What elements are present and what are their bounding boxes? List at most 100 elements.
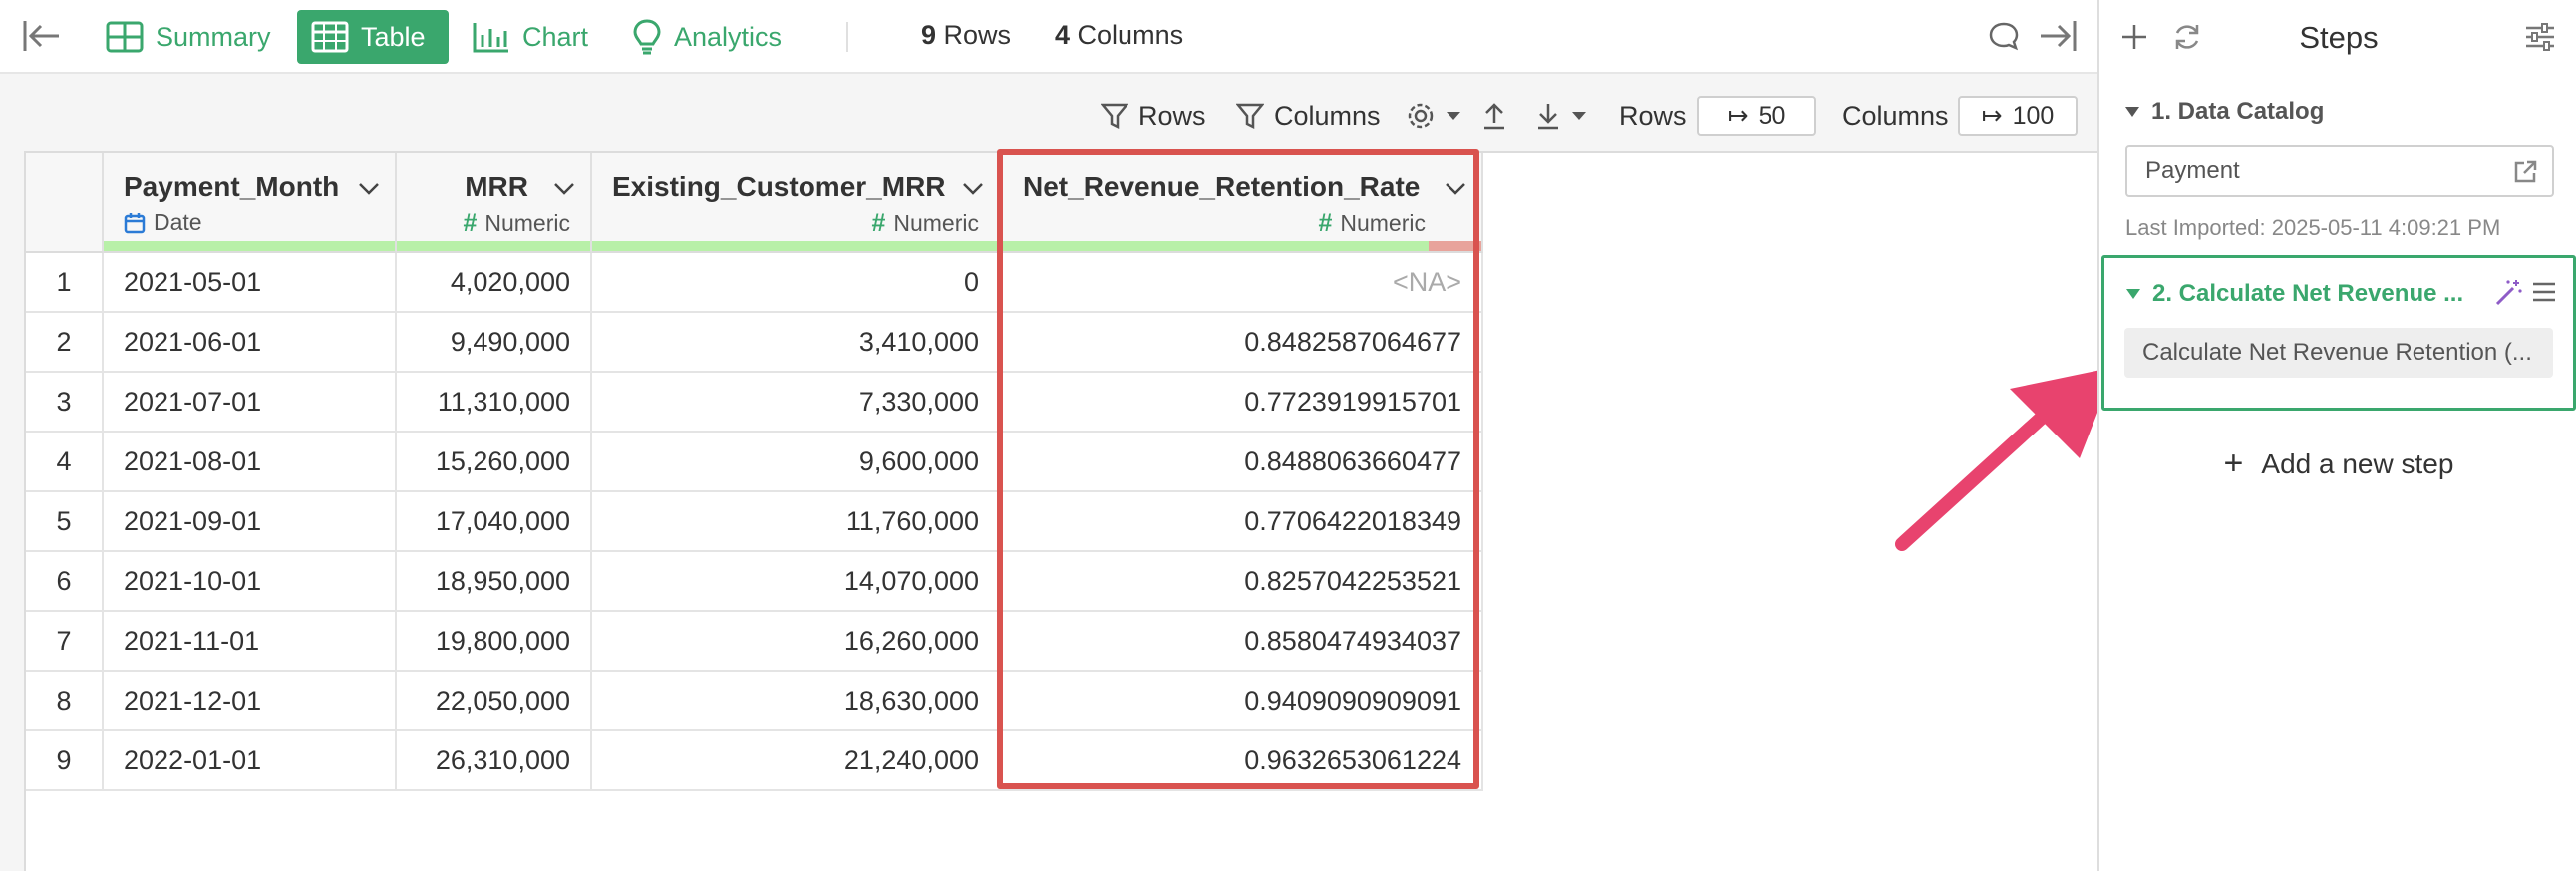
tab-analytics[interactable]: Analytics [618, 10, 796, 64]
net-revenue-retention-rate-cell[interactable]: 0.9409090909091 [1001, 672, 1483, 731]
mrr-cell[interactable]: 15,260,000 [397, 433, 592, 492]
row-number-cell[interactable]: 7 [26, 612, 104, 672]
data-source-name: Payment [2145, 157, 2240, 184]
mrr-cell[interactable]: 26,310,000 [397, 731, 592, 791]
columns-limit-input[interactable]: ↦ 100 [1958, 96, 2078, 136]
rows-filter-button[interactable]: Rows [1101, 96, 1206, 136]
net-revenue-retention-rate-cell[interactable]: 0.9632653061224 [1001, 731, 1483, 791]
data-source-field[interactable]: Payment [2125, 145, 2554, 197]
columns-limit-text: Columns [1842, 100, 1949, 131]
row-number-cell[interactable]: 6 [26, 552, 104, 612]
step-header[interactable]: 2. Calculate Net Revenue ... [2126, 280, 2463, 308]
external-link-icon[interactable] [2512, 159, 2538, 185]
tab-chart[interactable]: Chart [459, 10, 602, 64]
row-number-cell[interactable]: 3 [26, 373, 104, 433]
gear-icon [1408, 103, 1434, 129]
existing-customer-mrr-cell[interactable]: 18,630,000 [592, 672, 1001, 731]
payment-month-cell[interactable]: 2021-12-01 [104, 672, 397, 731]
column-header-net-revenue-retention-rate[interactable]: Net_Revenue_Retention_Rate # Numeric [1001, 153, 1483, 253]
column-type: # Numeric [1318, 209, 1426, 238]
tab-table[interactable]: Table [297, 10, 449, 64]
mrr-cell[interactable]: 11,310,000 [397, 373, 592, 433]
chevron-down-icon[interactable] [1444, 181, 1467, 197]
chevron-down-icon[interactable] [552, 181, 576, 197]
row-number-header [26, 153, 104, 253]
net-revenue-retention-rate-cell[interactable]: 0.8257042253521 [1001, 552, 1483, 612]
mrr-cell[interactable]: 4,020,000 [397, 253, 592, 313]
row-number-cell[interactable]: 9 [26, 731, 104, 791]
existing-customer-mrr-cell[interactable]: 3,410,000 [592, 313, 1001, 373]
download-dropdown[interactable] [1535, 96, 1597, 136]
rows-limit-input[interactable]: ↦ 50 [1697, 96, 1816, 136]
existing-customer-mrr-cell[interactable]: 21,240,000 [592, 731, 1001, 791]
chevron-down-icon[interactable] [357, 181, 381, 197]
chevron-down-icon[interactable] [961, 181, 985, 197]
settings-dropdown[interactable] [1406, 96, 1471, 136]
arrow-right-bar-icon: ↦ [1981, 102, 2003, 130]
net-revenue-retention-rate-cell[interactable]: 0.8488063660477 [1001, 433, 1483, 492]
existing-customer-mrr-cell[interactable]: 14,070,000 [592, 552, 1001, 612]
payment-month-cell[interactable]: 2021-06-01 [104, 313, 397, 373]
step-command[interactable]: Calculate Net Revenue Retention (... [2124, 328, 2553, 378]
magic-wand-icon[interactable] [2493, 278, 2523, 308]
mrr-cell[interactable]: 17,040,000 [397, 492, 592, 552]
mrr-cell[interactable]: 18,950,000 [397, 552, 592, 612]
net-revenue-retention-rate-cell[interactable]: 0.7706422018349 [1001, 492, 1483, 552]
tab-summary-label: Summary [156, 21, 271, 52]
mrr-cell[interactable]: 9,490,000 [397, 313, 592, 373]
payment-month-cell[interactable]: 2021-08-01 [104, 433, 397, 492]
row-number-cell[interactable]: 4 [26, 433, 104, 492]
sliders-icon[interactable] [2524, 22, 2556, 52]
caret-down-icon [1572, 112, 1586, 120]
collapse-triangle-icon[interactable] [2126, 289, 2140, 299]
existing-customer-mrr-cell[interactable]: 11,760,000 [592, 492, 1001, 552]
existing-customer-mrr-cell[interactable]: 9,600,000 [592, 433, 1001, 492]
net-revenue-retention-rate-cell[interactable]: <NA> [1001, 253, 1483, 313]
net-revenue-retention-rate-cell[interactable]: 0.8482587064677 [1001, 313, 1483, 373]
collapse-right-icon[interactable] [2038, 18, 2078, 54]
net-revenue-retention-rate-cell[interactable]: 0.8580474934037 [1001, 612, 1483, 672]
row-number-cell[interactable]: 1 [26, 253, 104, 313]
existing-customer-mrr-cell[interactable]: 0 [592, 253, 1001, 313]
sort-up-button[interactable] [1481, 96, 1517, 136]
columns-filter-button[interactable]: Columns [1236, 96, 1381, 136]
collapse-left-icon[interactable] [22, 18, 62, 54]
payment-month-cell[interactable]: 2022-01-01 [104, 731, 397, 791]
collapse-triangle-icon[interactable] [2125, 107, 2139, 117]
rows-limit-value: 50 [1758, 101, 1786, 130]
payment-month-cell[interactable]: 2021-11-01 [104, 612, 397, 672]
existing-customer-mrr-cell[interactable]: 16,260,000 [592, 612, 1001, 672]
payment-month-cell[interactable]: 2021-10-01 [104, 552, 397, 612]
column-type-label: Numeric [484, 210, 570, 236]
columns-count-value: 4 [1055, 20, 1071, 50]
row-number-cell[interactable]: 2 [26, 313, 104, 373]
hamburger-menu-icon[interactable] [2531, 280, 2557, 304]
payment-month-cell[interactable]: 2021-07-01 [104, 373, 397, 433]
row-number-cell[interactable]: 5 [26, 492, 104, 552]
calendar-icon [124, 212, 146, 233]
columns-limit-label: Columns [1842, 96, 1949, 136]
rows-count-value: 9 [921, 20, 937, 50]
quality-bar [592, 241, 999, 251]
column-header-existing-customer-mrr[interactable]: Existing_Customer_MRR # Numeric [592, 153, 1001, 253]
existing-customer-mrr-cell[interactable]: 7,330,000 [592, 373, 1001, 433]
rows-count: 9 Rows [921, 20, 1011, 51]
net-revenue-retention-rate-cell[interactable]: 0.7723919915701 [1001, 373, 1483, 433]
tab-summary[interactable]: Summary [92, 10, 285, 64]
step-data-catalog[interactable]: 1. Data Catalog [2125, 98, 2324, 126]
columns-limit-value: 100 [2012, 101, 2055, 130]
filter-icon [1101, 103, 1128, 130]
row-number-cell[interactable]: 8 [26, 672, 104, 731]
step-calculate-nrr[interactable]: 2. Calculate Net Revenue ... Calculate N… [2101, 255, 2576, 411]
column-header-payment-month[interactable]: Payment_Month Date [104, 153, 397, 253]
rows-limit-text: Rows [1619, 100, 1687, 131]
mrr-cell[interactable]: 22,050,000 [397, 672, 592, 731]
column-header-mrr[interactable]: MRR # Numeric [397, 153, 592, 253]
payment-month-cell[interactable]: 2021-09-01 [104, 492, 397, 552]
add-step-button[interactable]: + Add a new step [2099, 444, 2576, 483]
comment-icon[interactable] [1988, 20, 2020, 52]
payment-month-cell[interactable]: 2021-05-01 [104, 253, 397, 313]
data-table: Payment_Month Date MRR # Numeric Existin… [24, 151, 2097, 871]
toolbar-divider [846, 22, 848, 52]
mrr-cell[interactable]: 19,800,000 [397, 612, 592, 672]
